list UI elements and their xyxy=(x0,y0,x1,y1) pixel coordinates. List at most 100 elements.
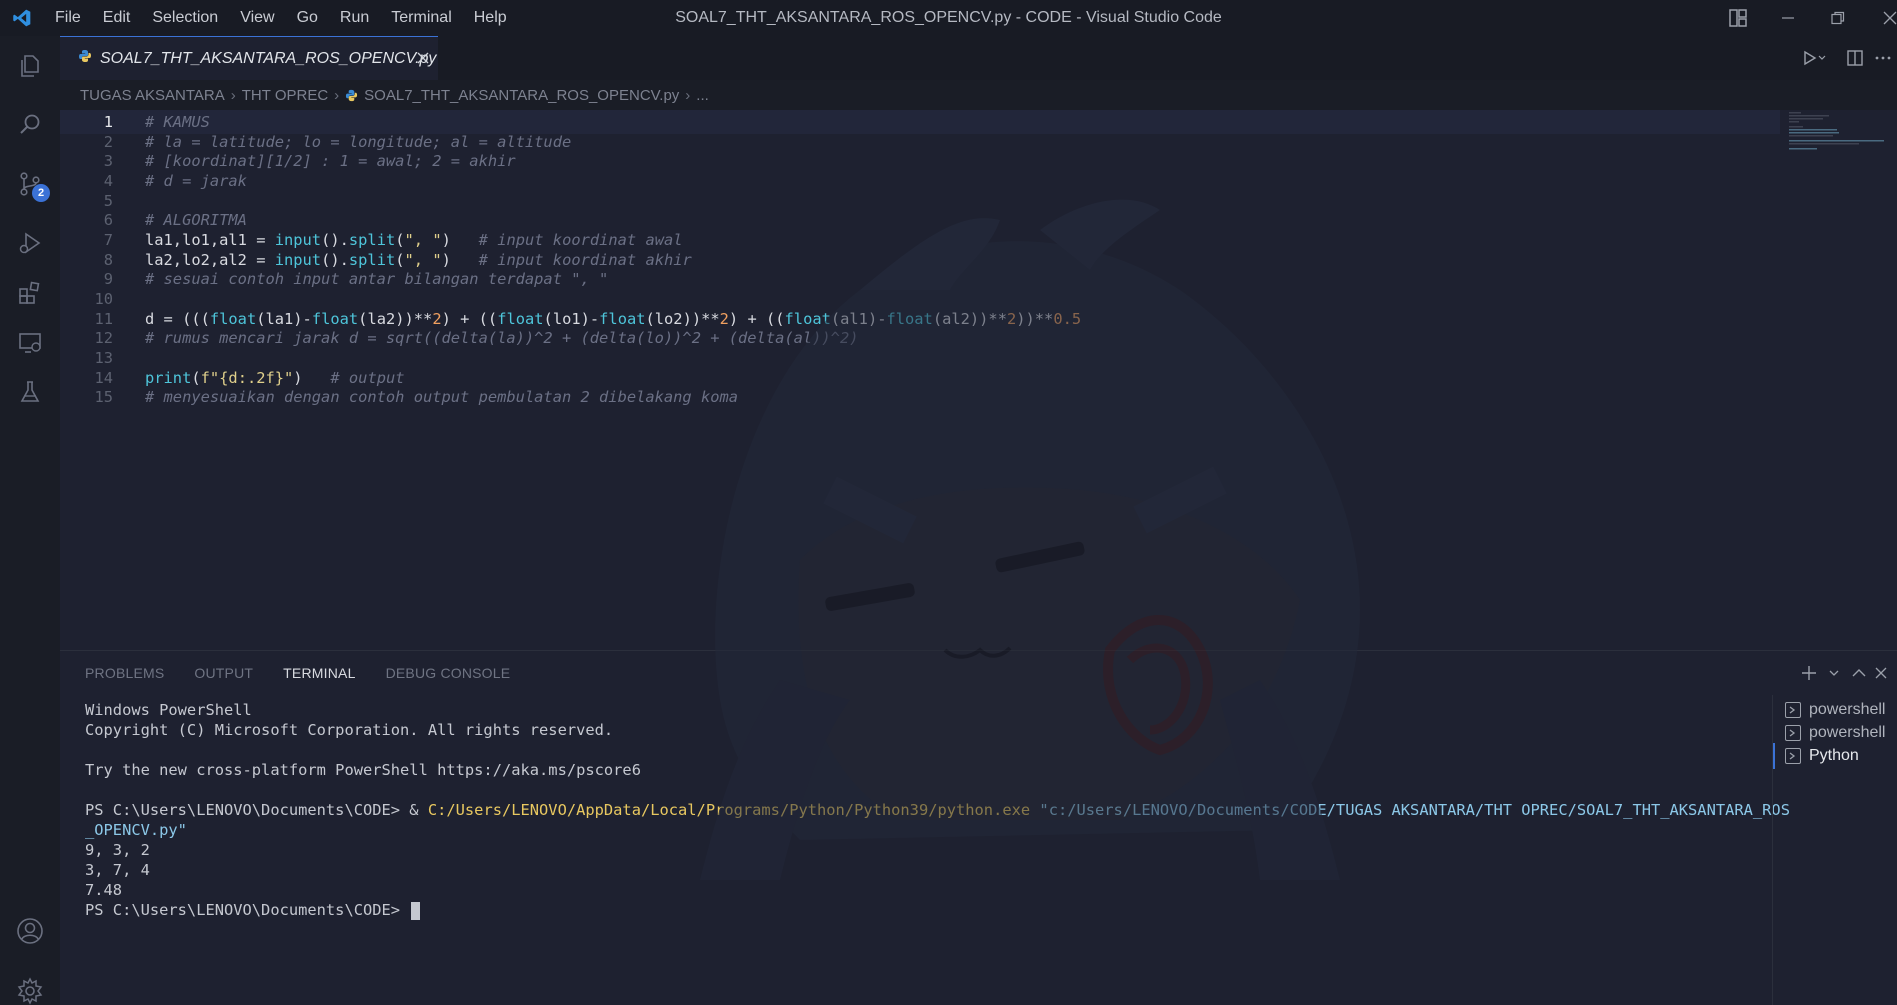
minimize-icon[interactable] xyxy=(1763,0,1813,36)
terminal-list-label: powershell xyxy=(1809,724,1886,741)
python-file-icon xyxy=(345,89,358,102)
close-window-icon[interactable] xyxy=(1863,0,1897,36)
customize-layout-icon[interactable] xyxy=(1713,0,1763,36)
title-bar: File Edit Selection View Go Run Terminal Help S… xyxy=(0,0,1897,36)
close-tab-icon[interactable] xyxy=(414,49,432,67)
terminal-line: 9, 3, 2 xyxy=(85,840,1775,860)
tab-terminal[interactable]: TERMINAL xyxy=(283,665,355,681)
testing-icon[interactable] xyxy=(10,372,50,412)
code-token: # input koordinat akhir xyxy=(478,250,692,269)
code-token: ", " xyxy=(404,230,442,249)
window-controls xyxy=(1713,0,1897,36)
code-token: 2 xyxy=(432,309,442,328)
terminal-output[interactable]: Windows PowerShell Copyright (C) Microsof… xyxy=(85,700,1790,920)
code-token: (lo1)- xyxy=(543,309,600,328)
maximize-panel-icon[interactable] xyxy=(1843,651,1875,695)
run-debug-icon[interactable] xyxy=(10,223,50,263)
source-control-icon[interactable]: 2 xyxy=(10,164,50,204)
extensions-icon[interactable] xyxy=(10,273,50,313)
chevron-right-icon: › xyxy=(230,86,236,104)
menu-item-edit[interactable]: Edit xyxy=(92,0,142,36)
run-python-file-icon[interactable] xyxy=(1795,36,1835,80)
code-token: print xyxy=(145,368,192,387)
terminal-text: "c:/Users/LENOVO/Documents/CODE/TUGAS AK… xyxy=(1039,801,1790,819)
code-token: d = ((( xyxy=(145,309,210,328)
remote-explorer-icon[interactable] xyxy=(10,323,50,363)
code-token: # rumus mencari jarak d = sqrt((delta(la… xyxy=(145,329,859,348)
code-token: # d = jarak xyxy=(145,171,247,190)
terminal-text: C:/Users/LENOVO/AppData/Local/Programs/P… xyxy=(427,801,1031,819)
terminal-cursor xyxy=(411,901,421,920)
code-token: input xyxy=(274,230,322,249)
terminal-line: Copyright (C) Microsoft Corporation. All… xyxy=(85,720,1775,740)
breadcrumb-file[interactable]: SOAL7_THT_AKSANTARA_ROS_OPENCV.py xyxy=(364,87,679,104)
split-editor-icon[interactable] xyxy=(1835,36,1875,80)
terminal-text: Try the new cross-platform PowerShell ht… xyxy=(85,761,641,779)
breadcrumb-symbols[interactable]: ... xyxy=(696,87,709,104)
new-terminal-icon[interactable] xyxy=(1793,651,1825,695)
code-token: f"{d:.2f}" xyxy=(200,368,294,387)
vscode-logo-icon[interactable] xyxy=(0,0,44,36)
explorer-icon[interactable] xyxy=(10,46,50,86)
restore-icon[interactable] xyxy=(1813,0,1863,36)
close-panel-icon[interactable] xyxy=(1875,651,1897,695)
code-token: input xyxy=(274,250,322,269)
terminal-text: Copyright (C) Microsoft Corporation. All… xyxy=(85,721,614,739)
terminal-list-label: powershell xyxy=(1809,701,1886,718)
terminal-prompt-line[interactable]: PS C:\Users\LENOVO\Documents\CODE> xyxy=(85,900,1775,920)
menu-item-file[interactable]: File xyxy=(44,0,92,36)
breadcrumb-folder[interactable]: THT OPREC xyxy=(242,87,328,104)
code-token: ) xyxy=(441,250,479,269)
search-icon[interactable] xyxy=(10,105,50,145)
minimap[interactable] xyxy=(1787,110,1887,150)
code-token: ", " xyxy=(404,250,442,269)
menu-item-selection[interactable]: Selection xyxy=(141,0,229,36)
code-text: # menyesuaikan dengan contoh output pemb… xyxy=(145,385,738,409)
terminal-text: _OPENCV.py" xyxy=(85,821,187,839)
terminal-line: 3, 7, 4 xyxy=(85,860,1775,880)
panel-actions xyxy=(1793,651,1897,695)
terminal-icon xyxy=(1785,748,1801,764)
code-token: float xyxy=(886,309,933,328)
menu-item-terminal[interactable]: Terminal xyxy=(380,0,462,36)
accounts-icon[interactable] xyxy=(10,911,50,951)
breadcrumb-folder[interactable]: TUGAS AKSANTARA xyxy=(80,87,225,104)
code-token: split xyxy=(348,230,396,249)
code-token: # output xyxy=(330,368,405,387)
source-control-badge: 2 xyxy=(32,184,50,202)
code-token: ) + (( xyxy=(441,309,498,328)
chevron-down-icon[interactable] xyxy=(1825,651,1843,695)
terminal-list-item[interactable]: Python xyxy=(1773,743,1897,769)
code-token: float xyxy=(497,309,544,328)
activity-bar: 2 xyxy=(0,36,60,1005)
settings-gear-icon[interactable] xyxy=(10,971,50,1005)
tab-debug-console[interactable]: DEBUG CONSOLE xyxy=(386,665,511,681)
tab-output[interactable]: OUTPUT xyxy=(194,665,253,681)
code-editor[interactable]: 1 # KAMUS 2 # la = latitude; lo = longitude… xyxy=(60,110,1897,650)
code-token: la1,lo1,al1 = xyxy=(145,230,275,249)
code-token: ))** xyxy=(1016,309,1054,328)
code-token: (lo2))** xyxy=(645,309,720,328)
menu-item-help[interactable]: Help xyxy=(463,0,518,36)
menu-item-run[interactable]: Run xyxy=(329,0,380,36)
code-token: # ALGORITMA xyxy=(145,211,247,230)
terminal-line: Windows PowerShell xyxy=(85,700,1775,720)
code-token: 2 xyxy=(719,309,729,328)
terminal-line: Try the new cross-platform PowerShell ht… xyxy=(85,760,1775,780)
more-actions-icon[interactable] xyxy=(1875,36,1897,80)
terminal-line: 7.48 xyxy=(85,880,1775,900)
terminal-text: PS C:\Users\LENOVO\Documents\CODE> & xyxy=(85,801,428,819)
code-token: (la2))** xyxy=(358,309,433,328)
code-token: float xyxy=(784,309,831,328)
terminal-text: Windows PowerShell xyxy=(85,701,252,719)
menu-bar: File Edit Selection View Go Run Terminal Help xyxy=(44,0,518,36)
code-line[interactable]: 15 # menyesuaikan dengan contoh output pe… xyxy=(60,385,1780,409)
code-token: (). xyxy=(321,250,349,269)
menu-item-go[interactable]: Go xyxy=(286,0,329,36)
terminal-icon xyxy=(1785,702,1801,718)
menu-item-view[interactable]: View xyxy=(229,0,285,36)
terminal-list-label: Python xyxy=(1809,747,1859,764)
tab-problems[interactable]: PROBLEMS xyxy=(85,665,164,681)
code-token: float xyxy=(209,309,257,328)
editor-tab[interactable]: SOAL7_THT_AKSANTARA_ROS_OPENCV.py xyxy=(60,36,438,80)
